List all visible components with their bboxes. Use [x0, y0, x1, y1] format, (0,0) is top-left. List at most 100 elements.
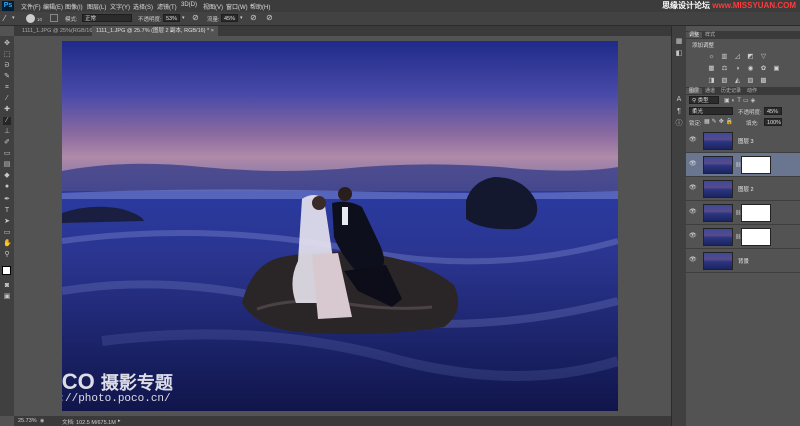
- info-panel-icon[interactable]: ⓘ: [675, 120, 683, 128]
- channel-mixer-icon[interactable]: ✿: [760, 65, 767, 72]
- healing-brush-tool-icon[interactable]: ✚: [3, 106, 11, 114]
- hand-tool-icon[interactable]: ✋: [3, 240, 12, 248]
- layer-thumbnail[interactable]: [703, 228, 733, 246]
- layer-thumbnail[interactable]: [703, 156, 733, 174]
- brush-preview-icon[interactable]: [26, 14, 35, 23]
- menu-view[interactable]: 视图(V): [203, 2, 223, 11]
- paragraph-panel-icon[interactable]: ¶: [675, 108, 683, 116]
- visibility-eye-icon[interactable]: 👁: [689, 137, 697, 143]
- brush-tool-icon[interactable]: ⁄: [3, 117, 11, 125]
- move-tool-icon[interactable]: ✥: [3, 40, 11, 48]
- layer-mask-thumbnail[interactable]: [741, 156, 771, 174]
- character-panel-icon[interactable]: A: [675, 96, 683, 104]
- tab-layers[interactable]: 图层: [686, 88, 703, 94]
- layer-filter-select[interactable]: ⚲ 类型: [689, 96, 719, 104]
- visibility-eye-icon[interactable]: 👁: [689, 185, 697, 191]
- visibility-eye-icon[interactable]: 👁: [689, 209, 697, 215]
- opacity-dropdown-icon[interactable]: ▾: [182, 15, 185, 21]
- flow-dropdown-icon[interactable]: ▾: [240, 15, 243, 21]
- visibility-eye-icon[interactable]: 👁: [689, 161, 697, 167]
- color-balance-icon[interactable]: ⚖: [721, 65, 728, 72]
- dodge-tool-icon[interactable]: ●: [3, 183, 11, 191]
- layer-row[interactable]: 👁 ⛓: [686, 201, 800, 225]
- menu-select[interactable]: 选择(S): [133, 2, 153, 11]
- layer-thumbnail[interactable]: [703, 132, 733, 150]
- exposure-icon[interactable]: ◩: [747, 53, 754, 60]
- pressure-size-icon[interactable]: ⊘: [266, 13, 273, 22]
- flow-input[interactable]: 45%: [221, 14, 238, 22]
- mode-select[interactable]: 正常: [82, 14, 132, 22]
- pressure-opacity-icon[interactable]: ⊘: [192, 13, 199, 22]
- lasso-tool-icon[interactable]: ᘐ: [3, 62, 11, 70]
- shape-tool-icon[interactable]: ▭: [3, 229, 11, 237]
- visibility-eye-icon[interactable]: 👁: [689, 257, 697, 263]
- layer-row[interactable]: 👁 图层 2: [686, 177, 800, 201]
- fill-input[interactable]: 100%: [764, 118, 782, 126]
- screen-mode-icon[interactable]: ▣: [3, 293, 11, 301]
- tab-document-2[interactable]: 1111_1.JPG @ 25.7% (图层 2 副本, RGB/16) * ×: [92, 26, 218, 36]
- properties-panel-icon[interactable]: ◧: [675, 50, 683, 58]
- crop-tool-icon[interactable]: ⌗: [3, 84, 11, 92]
- hue-saturation-icon[interactable]: ▦: [708, 65, 715, 72]
- menu-layer[interactable]: 图层(L): [87, 2, 106, 11]
- layer-mask-thumbnail[interactable]: [741, 204, 771, 222]
- layer-thumbnail[interactable]: [703, 204, 733, 222]
- type-tool-icon[interactable]: T: [3, 207, 11, 215]
- layer-row[interactable]: 👁 ⛓: [686, 225, 800, 249]
- path-select-tool-icon[interactable]: ➤: [3, 218, 11, 226]
- levels-icon[interactable]: ▥: [721, 53, 728, 60]
- curves-icon[interactable]: ◿: [734, 53, 741, 60]
- lock-icons[interactable]: ▦✎✥🔒: [704, 118, 735, 125]
- menu-type[interactable]: 文字(Y): [110, 2, 130, 11]
- tab-document-1[interactable]: 1111_1.JPG @ 25%(RGB/16) ×: [18, 26, 103, 36]
- airbrush-icon[interactable]: ⊘: [250, 13, 257, 22]
- layer-opacity-input[interactable]: 45%: [764, 107, 782, 115]
- tab-history[interactable]: 历史记录: [718, 88, 744, 94]
- layer-row[interactable]: 👁 图层 3: [686, 129, 800, 153]
- menu-help[interactable]: 帮助(H): [250, 2, 270, 11]
- history-brush-tool-icon[interactable]: ✐: [3, 139, 11, 147]
- brush-panel-toggle-icon[interactable]: [50, 14, 58, 22]
- brush-tool-icon[interactable]: ⁄: [4, 14, 5, 23]
- status-menu-arrow-icon[interactable]: ▸: [118, 418, 121, 424]
- tab-channels[interactable]: 通道: [702, 88, 718, 94]
- posterize-icon[interactable]: ▧: [721, 77, 728, 84]
- blend-mode-select[interactable]: 柔光: [689, 107, 733, 115]
- status-info-icon[interactable]: ◉: [40, 418, 44, 424]
- zoom-tool-icon[interactable]: ⚲: [3, 251, 11, 259]
- layer-row[interactable]: 👁 ⛓: [686, 153, 800, 177]
- black-white-icon[interactable]: ◑: [734, 65, 741, 72]
- menu-filter[interactable]: 滤镜(T): [157, 2, 177, 11]
- selective-color-icon[interactable]: ▨: [747, 77, 754, 84]
- brightness-icon[interactable]: ☼: [708, 53, 715, 60]
- close-icon[interactable]: ×: [211, 28, 214, 34]
- color-lookup-icon[interactable]: ▣: [773, 65, 780, 72]
- eraser-tool-icon[interactable]: ▭: [3, 150, 11, 158]
- foreground-color-swatch[interactable]: [2, 266, 11, 275]
- threshold-icon[interactable]: ◭: [734, 77, 741, 84]
- menu-3d[interactable]: 3D(D): [181, 2, 197, 8]
- menu-window[interactable]: 窗口(W): [226, 2, 248, 11]
- vibrance-icon[interactable]: ▽: [760, 53, 767, 60]
- gradient-map-icon[interactable]: ▩: [760, 77, 767, 84]
- clone-stamp-tool-icon[interactable]: ⊥: [3, 128, 11, 136]
- pen-tool-icon[interactable]: ✒: [3, 196, 11, 204]
- layer-row[interactable]: 👁 背景: [686, 249, 800, 273]
- eyedropper-tool-icon[interactable]: ⁄: [3, 95, 11, 103]
- photo-filter-icon[interactable]: ◉: [747, 65, 754, 72]
- layer-thumbnail[interactable]: [703, 252, 733, 270]
- quick-mask-icon[interactable]: ◙: [3, 282, 11, 290]
- tab-actions[interactable]: 动作: [744, 88, 760, 94]
- layer-filter-icons[interactable]: ▣◐T▭◈: [724, 97, 757, 104]
- blur-tool-icon[interactable]: ◆: [3, 172, 11, 180]
- visibility-eye-icon[interactable]: 👁: [689, 233, 697, 239]
- zoom-level[interactable]: 25.73%: [18, 418, 37, 424]
- menu-edit[interactable]: 编辑(E): [43, 2, 63, 11]
- document-canvas-photo[interactable]: POCO 摄影专题 http://photo.poco.cn/: [62, 41, 618, 411]
- invert-icon[interactable]: ◨: [708, 77, 715, 84]
- quick-select-tool-icon[interactable]: ✎: [3, 73, 11, 81]
- opacity-input[interactable]: 53%: [163, 14, 180, 22]
- layer-thumbnail[interactable]: [703, 180, 733, 198]
- gradient-tool-icon[interactable]: ▤: [3, 161, 11, 169]
- tab-styles[interactable]: 样式: [702, 32, 718, 38]
